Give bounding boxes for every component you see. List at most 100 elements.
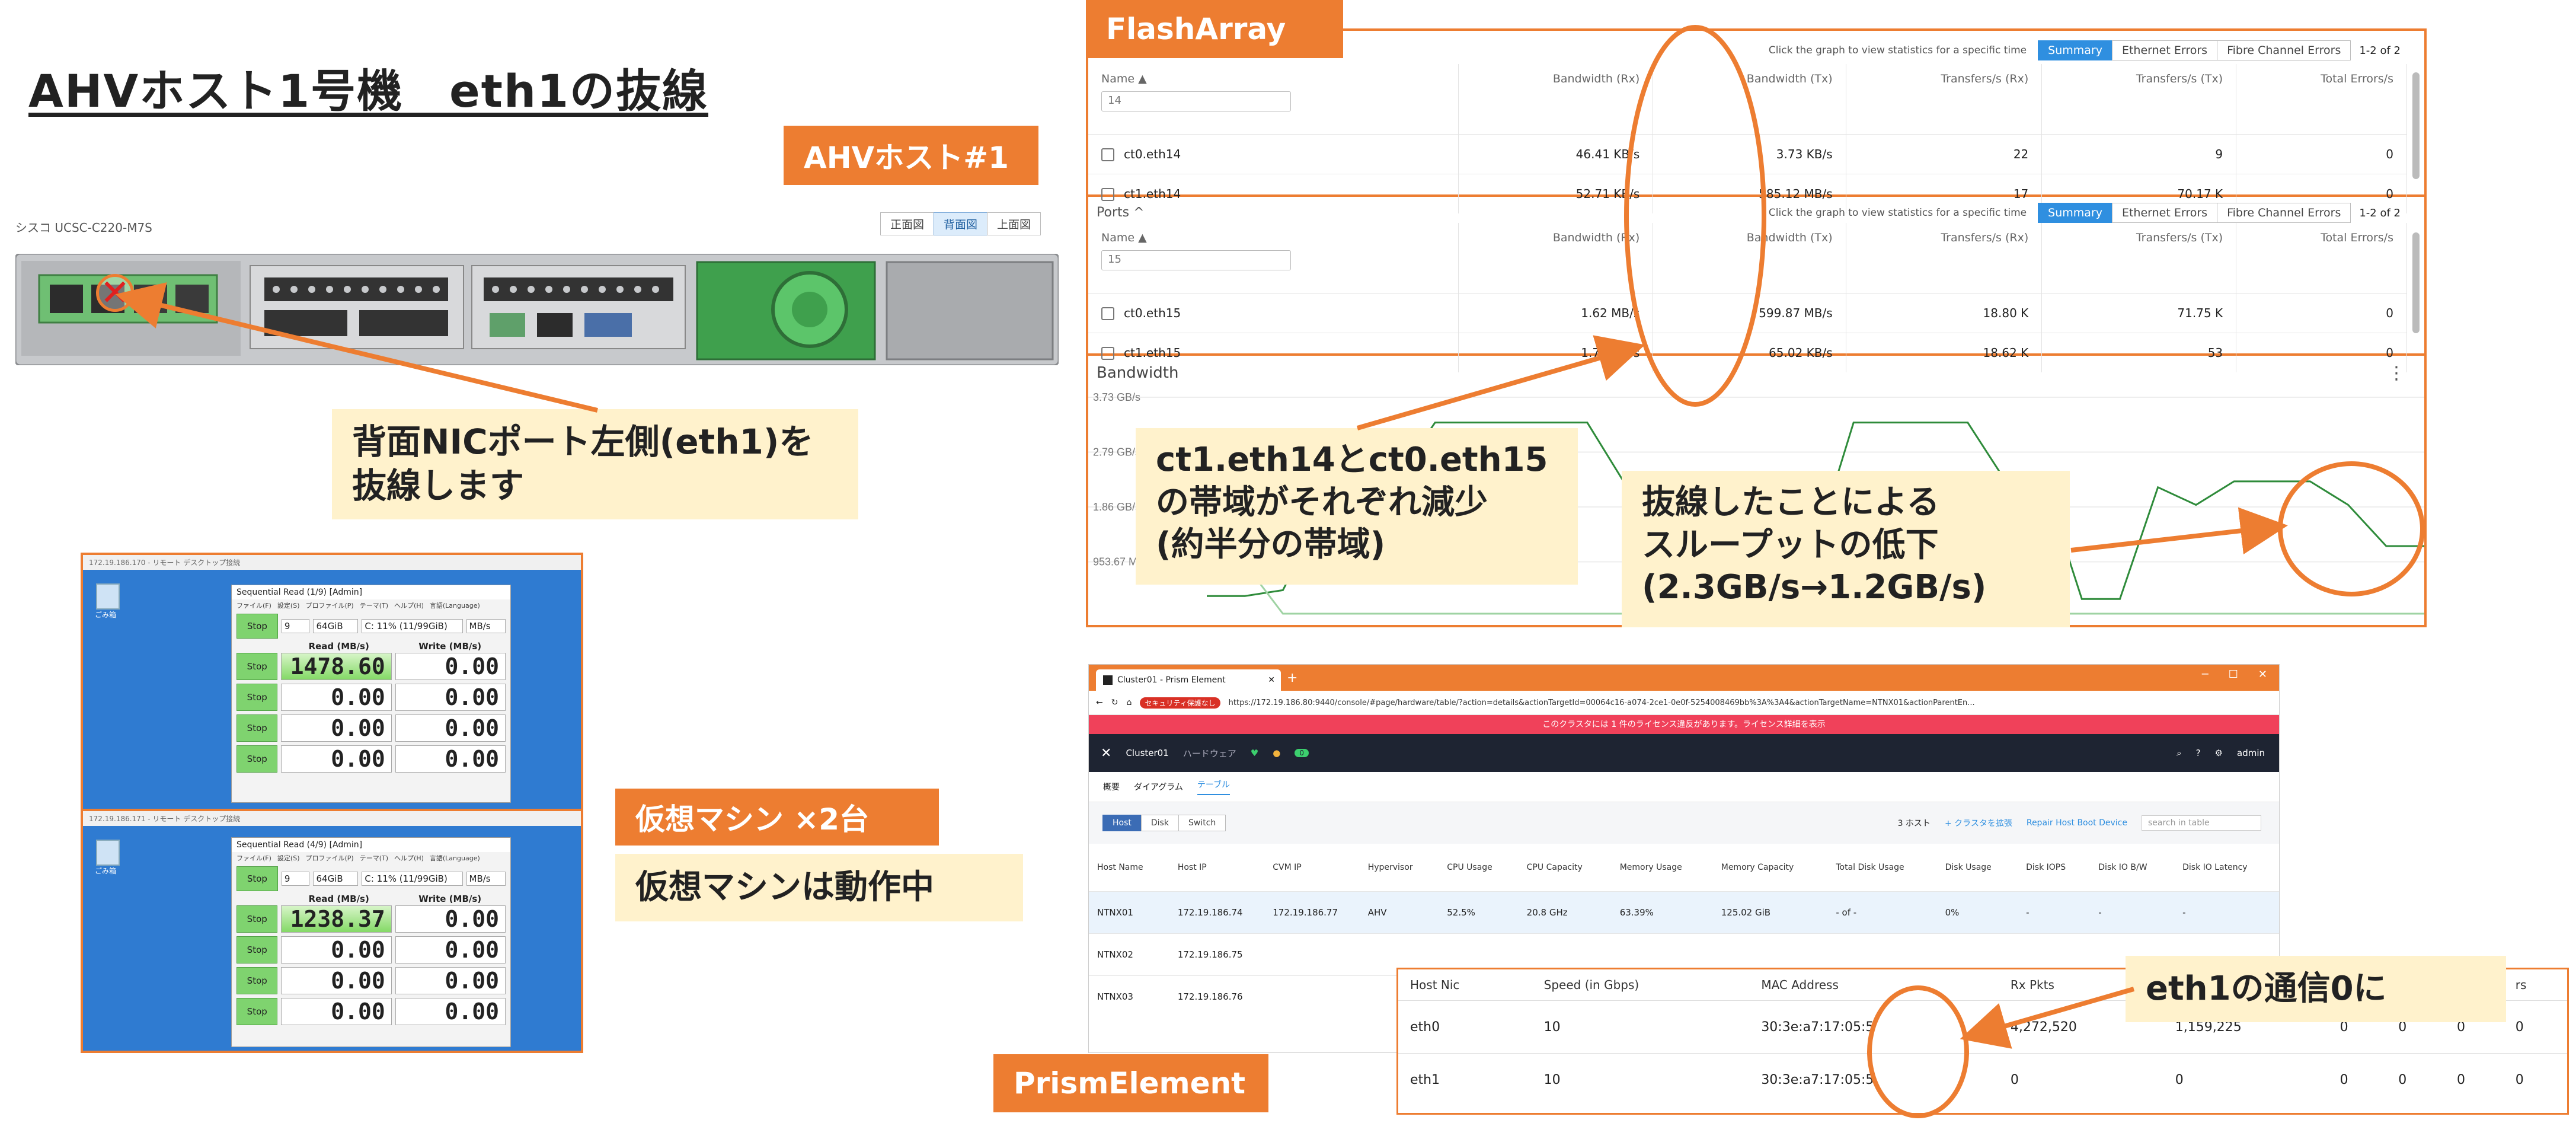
fa-column-header[interactable]: Bandwidth (Rx) (1458, 64, 1654, 135)
host-table-header[interactable]: Hypervisor (1360, 844, 1439, 892)
host-table-header[interactable]: CPU Capacity (1519, 844, 1612, 892)
view-rear-tab[interactable]: 背面図 (934, 212, 988, 235)
host-table-header[interactable]: Total Disk Usage (1827, 844, 1936, 892)
row-checkbox[interactable] (1101, 148, 1114, 162)
host-table-header[interactable]: Host Name (1089, 844, 1169, 892)
host-table-header[interactable]: Disk IOPS (2018, 844, 2090, 892)
vm1-size-select[interactable]: 64GiB (313, 619, 359, 633)
alert-bell-icon[interactable]: ● (1273, 748, 1280, 758)
host-table-header[interactable]: CPU Usage (1439, 844, 1518, 892)
new-tab-icon[interactable]: + (1287, 671, 1297, 685)
fa-column-header[interactable]: Transfers/s (Tx) (2041, 223, 2237, 293)
fa-scrollbar-1[interactable] (2412, 72, 2420, 179)
home-icon[interactable]: ⌂ (1126, 698, 1132, 707)
host-table-header[interactable]: Memory Capacity (1713, 844, 1828, 892)
host-table-header[interactable]: Disk Usage (1937, 844, 2018, 892)
task-indicator[interactable]: 0 (1295, 749, 1309, 757)
fa-tab-summary-1[interactable]: Summary (2038, 40, 2112, 60)
url-bar[interactable]: https://172.19.186.80:9440/console/#page… (1229, 698, 2142, 707)
vm2-size-select[interactable]: 64GiB (313, 872, 359, 886)
fa-scrollbar-2[interactable] (2412, 232, 2420, 333)
maximize-icon[interactable]: ☐ (2229, 668, 2238, 681)
fa-column-header[interactable]: Name ▲ 15 (1088, 223, 1459, 293)
vm1-recycle-icon[interactable] (96, 583, 120, 610)
subnav-table[interactable]: テーブル (1197, 779, 1231, 795)
fa-tab-ethernet-2[interactable]: Ethernet Errors (2111, 203, 2218, 223)
vm1-all-button[interactable]: Stop (236, 614, 278, 639)
menu-help[interactable]: ヘルプ(H) (394, 853, 424, 863)
cdm-stop-button[interactable]: Stop (236, 967, 278, 994)
menu-theme[interactable]: テーマ(T) (360, 601, 388, 610)
menu-language[interactable]: 言語(Language) (430, 853, 480, 863)
fa-bandwidth-menu-icon[interactable]: ⋮ (2388, 363, 2405, 384)
cdm-stop-button[interactable]: Stop (236, 653, 278, 680)
health-heart-icon[interactable]: ♥ (1251, 748, 1258, 758)
cdm-stop-button[interactable]: Stop (236, 745, 278, 773)
menu-file[interactable]: ファイル(F) (236, 853, 271, 863)
user-menu[interactable]: admin (2237, 748, 2265, 758)
vm2-count-select[interactable]: 9 (281, 872, 310, 886)
menu-settings[interactable]: 設定(S) (277, 853, 300, 863)
fa-column-header[interactable]: Name ▲ 14 (1088, 64, 1459, 135)
fa-tab-summary-2[interactable]: Summary (2038, 203, 2112, 223)
vm2-all-button[interactable]: Stop (236, 866, 278, 891)
subnav-overview[interactable]: 概要 (1103, 781, 1120, 793)
menu-file[interactable]: ファイル(F) (236, 601, 271, 610)
cdm-stop-button[interactable]: Stop (236, 936, 278, 964)
host-table-header[interactable]: CVM IP (1264, 844, 1359, 892)
host-count[interactable]: 3 ホスト (1898, 817, 1931, 829)
menu-settings[interactable]: 設定(S) (277, 601, 300, 610)
fa-column-header[interactable]: Total Errors/s (2236, 223, 2407, 293)
minimize-icon[interactable]: ─ (2202, 668, 2209, 681)
fa-column-header[interactable]: Bandwidth (Tx) (1653, 223, 1846, 293)
menu-language[interactable]: 言語(Language) (430, 601, 480, 610)
help-icon[interactable]: ? (2196, 748, 2201, 758)
view-toggle[interactable]: 正面図 背面図 上面図 (880, 212, 1041, 235)
menu-help[interactable]: ヘルプ(H) (394, 601, 424, 610)
fa-column-header[interactable]: Transfers/s (Rx) (1846, 223, 2043, 293)
menu-profile[interactable]: プロファイル(P) (306, 853, 354, 863)
cluster-name[interactable]: Cluster01 (1126, 748, 1168, 758)
cdm-stop-button[interactable]: Stop (236, 684, 278, 711)
fa-column-header[interactable]: Total Errors/s (2236, 64, 2407, 135)
vm2-drive-select[interactable]: C: 11% (11/99GiB) (362, 872, 463, 886)
view-top-tab[interactable]: 上面図 (987, 212, 1041, 235)
window-close-icon[interactable]: ✕ (2258, 668, 2267, 681)
fa-tab-fc-1[interactable]: Fibre Channel Errors (2217, 40, 2351, 60)
license-warning-bar[interactable]: このクラスタには 1 件のライセンス違反があります。ライセンス詳細を表示 (1089, 715, 2279, 734)
fa-column-header[interactable]: Bandwidth (Rx) (1458, 223, 1654, 293)
repair-boot-link[interactable]: Repair Host Boot Device (2027, 818, 2127, 828)
table-search-input[interactable]: search in table (2142, 815, 2261, 831)
host-table-row[interactable]: NTNX01 172.19.186.74 172.19.186.77 AHV 52.5%… (1089, 891, 2279, 934)
filter-disk[interactable]: Disk (1140, 815, 1179, 831)
fa-column-header[interactable]: Transfers/s (Rx) (1846, 64, 2043, 135)
fa-column-header[interactable]: Transfers/s (Tx) (2041, 64, 2237, 135)
cdm-stop-button[interactable]: Stop (236, 714, 278, 742)
host-table-header[interactable]: Host IP (1169, 844, 1264, 892)
fa-name-filter[interactable]: 14 (1101, 91, 1291, 111)
row-checkbox[interactable] (1101, 307, 1114, 321)
menu-theme[interactable]: テーマ(T) (360, 853, 388, 863)
host-table-header[interactable]: Disk IO Latency (2174, 844, 2279, 892)
fa-column-header[interactable]: Bandwidth (Tx) (1653, 64, 1846, 135)
subnav-diagram[interactable]: ダイアグラム (1134, 781, 1183, 793)
menu-profile[interactable]: プロファイル(P) (306, 601, 354, 610)
vm2-recycle-icon[interactable] (96, 840, 120, 866)
filter-switch[interactable]: Switch (1178, 815, 1226, 831)
cdm-stop-button[interactable]: Stop (236, 905, 278, 933)
vm1-unit-select[interactable]: MB/s (466, 619, 506, 633)
cdm-stop-button[interactable]: Stop (236, 998, 278, 1025)
browser-tab[interactable]: Cluster01 - Prism Element ✕ (1096, 669, 1281, 691)
fa-tab-fc-2[interactable]: Fibre Channel Errors (2217, 203, 2351, 223)
back-icon[interactable]: ← (1096, 698, 1103, 707)
nutanix-logo-icon[interactable]: ✕ (1101, 746, 1111, 761)
fa-tab-ethernet-1[interactable]: Ethernet Errors (2111, 40, 2218, 60)
vm1-drive-select[interactable]: C: 11% (11/99GiB) (362, 619, 463, 633)
fa-ports-heading[interactable]: Ports ^ (1097, 205, 1145, 220)
expand-cluster-link[interactable]: + クラスタを拡張 (1945, 817, 2012, 829)
reload-icon[interactable]: ↻ (1111, 698, 1118, 707)
tab-close-icon[interactable]: ✕ (1268, 675, 1275, 685)
view-front-tab[interactable]: 正面図 (880, 212, 935, 235)
host-table-header[interactable]: Disk IO B/W (2090, 844, 2174, 892)
vm2-unit-select[interactable]: MB/s (466, 872, 506, 886)
